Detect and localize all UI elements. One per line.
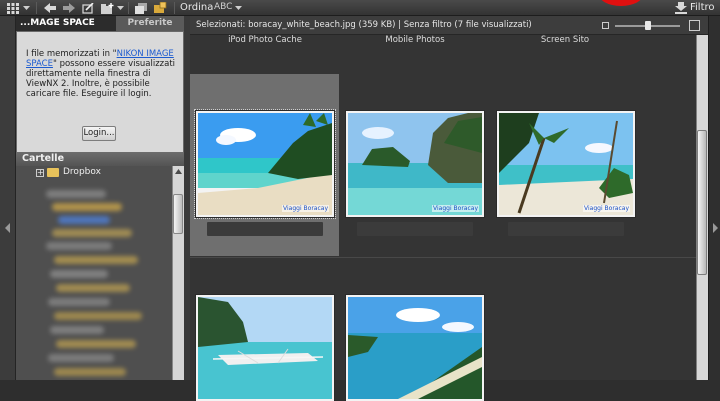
tab-image-space[interactable]: ...MAGE SPACE (16, 16, 116, 31)
thumbnail-label-area (207, 222, 323, 236)
folder-add-icon[interactable] (100, 1, 114, 15)
blurred-tree-item (52, 229, 132, 237)
thumbnail-palm-beach[interactable]: Viaggi Boracay (497, 111, 635, 217)
blurred-tree-item (46, 190, 106, 198)
toolbar-separator (128, 2, 129, 14)
stack-icon[interactable] (134, 1, 148, 15)
thumbnail-outrigger-boat[interactable] (196, 295, 334, 401)
tab-favorites[interactable]: Preferite (116, 16, 184, 31)
scroll-up-icon[interactable] (175, 169, 182, 174)
sort-label: Ordina (180, 2, 214, 13)
large-thumbnail-icon[interactable] (689, 20, 700, 31)
dropbox-folder-icon (47, 168, 59, 177)
grid-view-icon[interactable] (6, 1, 20, 15)
back-icon[interactable] (43, 1, 57, 15)
thumbnail-island-cliff[interactable]: Viaggi Boracay (346, 111, 484, 217)
image-space-message: I file memorizzati in "NIKON IMAGE SPACE… (26, 49, 181, 99)
folders-header: Cartelle (16, 152, 184, 166)
toolbar-separator (174, 2, 175, 14)
palm-beach-photo: Viaggi Boracay (499, 113, 633, 215)
dropdown-icon[interactable] (116, 1, 124, 15)
island-photo: Viaggi Boracay (348, 113, 482, 215)
blurred-tree-item (54, 312, 142, 320)
folder-caption[interactable]: Mobile Photos (340, 35, 490, 45)
beach-photo: Viaggi Boracay (198, 113, 332, 215)
blurred-tree-item (56, 284, 130, 292)
thumbnail-boracay-white-beach[interactable]: Viaggi Boracay (194, 109, 336, 219)
watermark-logo: Viaggi Boracay (282, 205, 329, 212)
blurred-tree-item (50, 326, 104, 334)
filter-button[interactable]: Filtro (690, 2, 715, 13)
boat-photo (198, 297, 332, 399)
blurred-tree-item (54, 256, 138, 264)
toolbar-separator (36, 2, 37, 14)
filter-download-icon[interactable] (674, 1, 688, 15)
blurred-tree-item (50, 270, 108, 278)
blurred-tree-item (58, 216, 110, 224)
folder-caption[interactable]: Screen Sito (490, 35, 640, 45)
login-button[interactable]: Login... (82, 126, 116, 141)
red-badge (598, 0, 644, 6)
thumbnail-label-area (357, 222, 473, 236)
folder-tree[interactable]: + Dropbox (16, 166, 184, 380)
thumbnail-label-area (508, 222, 624, 236)
main-toolbar: Ordina ABC Filtro (0, 0, 720, 16)
edit-icon[interactable] (81, 1, 95, 15)
blurred-tree-item (54, 368, 126, 376)
blurred-tree-item (56, 340, 136, 348)
tree-item-dropbox[interactable]: Dropbox (63, 167, 101, 177)
collapse-left-icon[interactable] (5, 223, 10, 233)
collapse-right-icon[interactable] (713, 223, 718, 233)
expand-icon[interactable]: + (36, 169, 44, 177)
chevron-down-icon[interactable] (234, 1, 242, 15)
coast-photo (348, 297, 482, 399)
blurred-tree-item (48, 354, 114, 362)
row-divider (190, 257, 708, 258)
lock-icon[interactable] (153, 1, 167, 15)
dropdown-icon[interactable] (22, 1, 30, 15)
thumbnail-aerial-coast[interactable] (346, 295, 484, 401)
folder-tree-scroll-thumb[interactable] (173, 194, 183, 234)
message-text-start: I file memorizzati in " (26, 49, 117, 59)
thumbnail-browser: Selezionati: boracay_white_beach.jpg (35… (190, 16, 708, 401)
thumbnail-size-handle[interactable] (645, 21, 651, 30)
folder-caption[interactable]: iPod Photo Cache (190, 35, 340, 45)
left-panel: ...MAGE SPACE Preferite I file memorizza… (16, 16, 184, 380)
watermark-logo: Viaggi Boracay (432, 205, 479, 212)
right-collapse-strip[interactable] (708, 16, 720, 380)
blurred-tree-item (52, 203, 122, 211)
blurred-tree-item (48, 298, 110, 306)
thumbnail-scroll-thumb[interactable] (697, 130, 707, 275)
forward-icon[interactable] (62, 1, 76, 15)
sort-order-dropdown[interactable]: ABC (214, 2, 232, 12)
blurred-tree-item (46, 242, 112, 250)
watermark-logo: Viaggi Boracay (583, 205, 630, 212)
left-collapse-strip[interactable] (0, 16, 16, 380)
